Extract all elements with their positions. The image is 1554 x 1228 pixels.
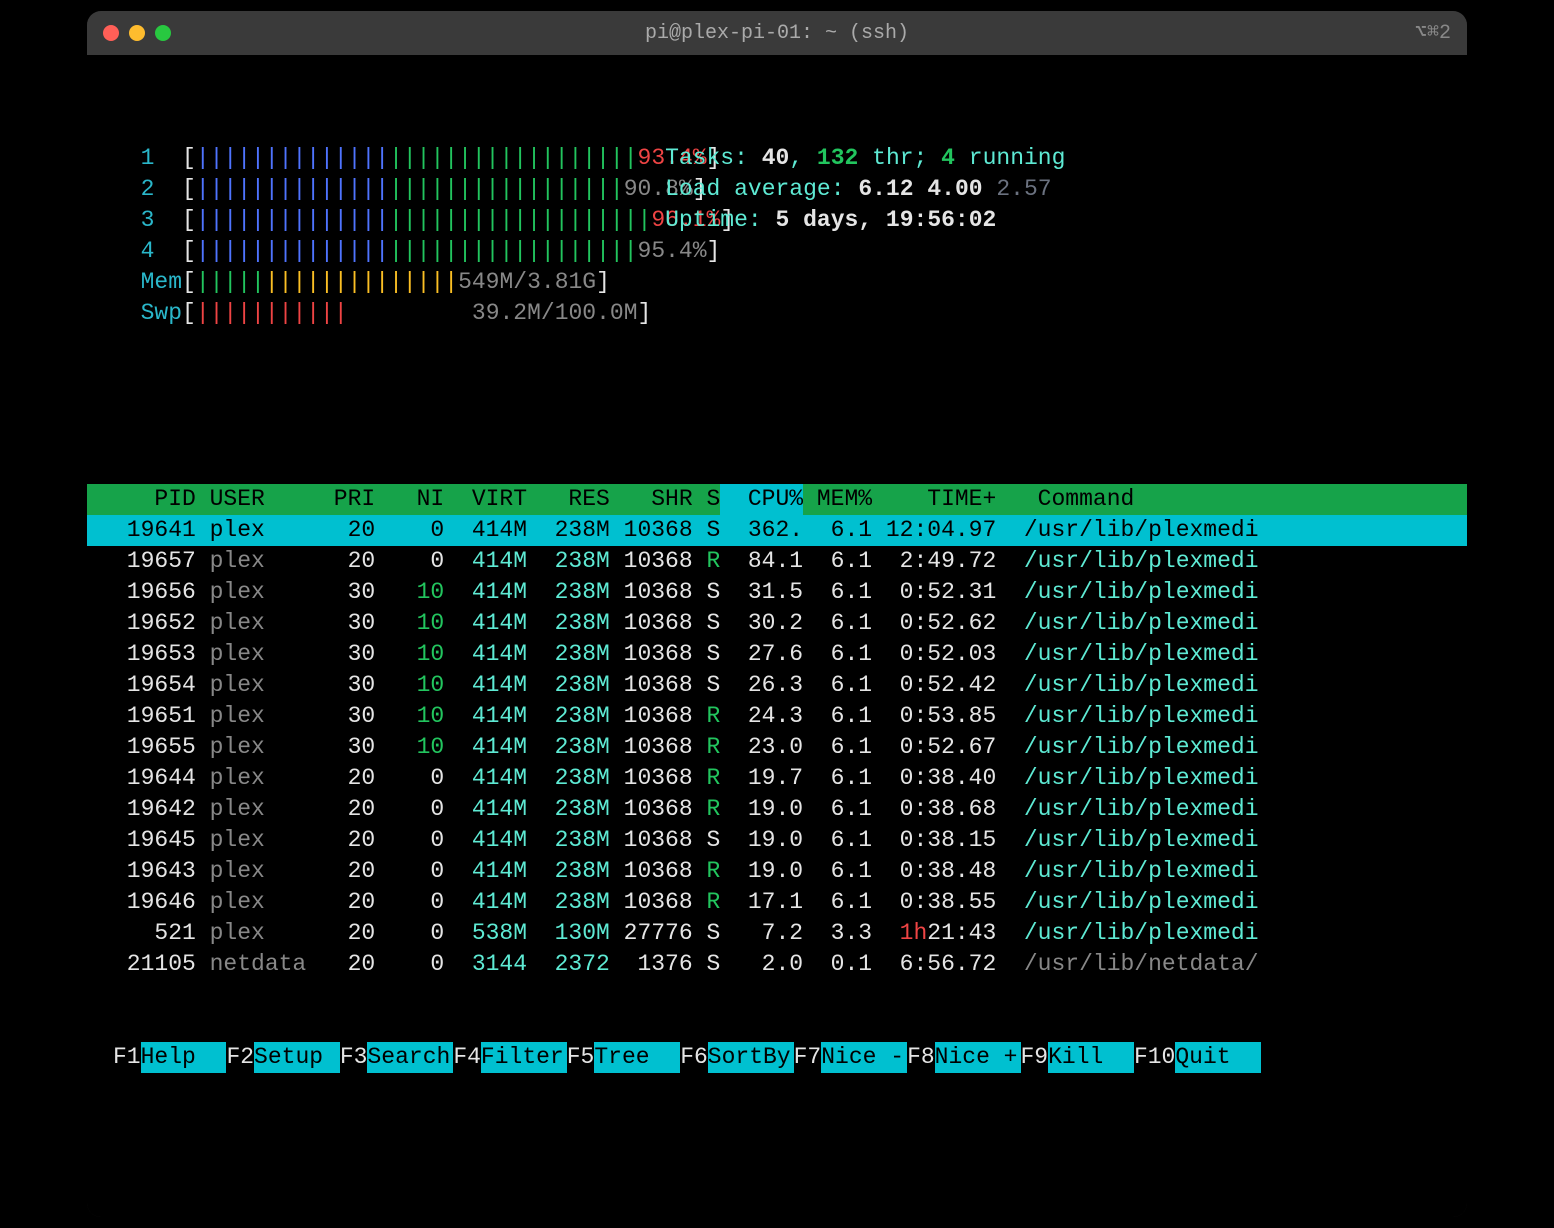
process-row[interactable]: 19645plex200414M238M10368S19.06.10:38.15… <box>87 825 1467 856</box>
fkey-F4-label[interactable]: Filter <box>481 1042 567 1073</box>
uptime-label: Uptime: <box>665 207 775 233</box>
process-row[interactable]: 21105netdata200314423721376S2.00.16:56.7… <box>87 949 1467 980</box>
terminal-window: pi@plex-pi-01: ~ (ssh) ⌥⌘2 1 [||||||||||… <box>87 11 1467 1217</box>
process-row[interactable]: 19656plex3010414M238M10368S31.56.10:52.3… <box>87 577 1467 608</box>
fkey-F2[interactable]: F2 <box>226 1042 254 1073</box>
function-key-bar: F1Help F2Setup F3SearchF4FilterF5Tree F6… <box>87 1042 1467 1073</box>
process-row[interactable]: 521plex200538M130M27776S7.23.31h21:43 /u… <box>87 918 1467 949</box>
fkey-F10[interactable]: F10 <box>1134 1042 1175 1073</box>
process-row[interactable]: 19651plex3010414M238M10368R24.36.10:53.8… <box>87 701 1467 732</box>
fkey-F9-label[interactable]: Kill <box>1048 1042 1134 1073</box>
cpu-meter-2: 2 [|||||||||||||||||||||||||||||||90.8%]… <box>87 174 1467 205</box>
fkey-F9[interactable]: F9 <box>1021 1042 1049 1073</box>
keyboard-shortcut: ⌥⌘2 <box>1415 18 1451 49</box>
cpu-meter-1: 1 [||||||||||||||||||||||||||||||||93.4%… <box>87 143 1467 174</box>
load-label: Load average: <box>665 176 858 202</box>
process-row[interactable]: 19643plex200414M238M10368R19.06.10:38.48… <box>87 856 1467 887</box>
fkey-F3[interactable]: F3 <box>340 1042 368 1073</box>
process-row[interactable]: 19644plex200414M238M10368R19.76.10:38.40… <box>87 763 1467 794</box>
process-row[interactable]: 19655plex3010414M238M10368R23.06.10:52.6… <box>87 732 1467 763</box>
fkey-F7[interactable]: F7 <box>794 1042 822 1073</box>
process-row[interactable]: 19642plex200414M238M10368R19.06.10:38.68… <box>87 794 1467 825</box>
cpu-meter-3: 3 [|||||||||||||||||||||||||||||||||96.1… <box>87 205 1467 236</box>
fkey-F5-label[interactable]: Tree <box>594 1042 680 1073</box>
fkey-F6[interactable]: F6 <box>680 1042 708 1073</box>
fkey-F1-label[interactable]: Help <box>141 1042 227 1073</box>
fkey-F8[interactable]: F8 <box>907 1042 935 1073</box>
swp-meter: Swp[||||||||||| 39.2M/100.0M] <box>87 298 1467 329</box>
window-title: pi@plex-pi-01: ~ (ssh) <box>87 18 1467 49</box>
process-row[interactable]: 19654plex3010414M238M10368S26.36.10:52.4… <box>87 670 1467 701</box>
process-header[interactable]: PIDUSERPRINIVIRTRESSHRSCPU%MEM%TIME+ Com… <box>87 484 1467 515</box>
fkey-F5[interactable]: F5 <box>567 1042 595 1073</box>
process-row-selected[interactable]: 19641plex200414M238M10368S362.6.112:04.9… <box>87 515 1467 546</box>
terminal-content[interactable]: 1 [||||||||||||||||||||||||||||||||93.4%… <box>87 55 1467 1217</box>
mem-meter: Mem[|||||||||||||||||||549M/3.81G] <box>87 267 1467 298</box>
cpu-meter-4: 4 [||||||||||||||||||||||||||||||||95.4%… <box>87 236 1467 267</box>
fkey-F1[interactable]: F1 <box>113 1042 141 1073</box>
process-row[interactable]: 19646plex200414M238M10368R17.16.10:38.55… <box>87 887 1467 918</box>
fkey-F2-label[interactable]: Setup <box>254 1042 340 1073</box>
fkey-F6-label[interactable]: SortBy <box>708 1042 794 1073</box>
fkey-F4[interactable]: F4 <box>453 1042 481 1073</box>
process-row[interactable]: 19653plex3010414M238M10368S27.66.10:52.0… <box>87 639 1467 670</box>
process-row[interactable]: 19652plex3010414M238M10368S30.26.10:52.6… <box>87 608 1467 639</box>
fkey-F8-label[interactable]: Nice + <box>935 1042 1021 1073</box>
fkey-F10-label[interactable]: Quit <box>1175 1042 1261 1073</box>
fkey-F3-label[interactable]: Search <box>367 1042 453 1073</box>
titlebar[interactable]: pi@plex-pi-01: ~ (ssh) ⌥⌘2 <box>87 11 1467 55</box>
fkey-F7-label[interactable]: Nice - <box>821 1042 907 1073</box>
tasks-label: Tasks: <box>665 145 762 171</box>
process-row[interactable]: 19657plex200414M238M10368R84.16.12:49.72… <box>87 546 1467 577</box>
